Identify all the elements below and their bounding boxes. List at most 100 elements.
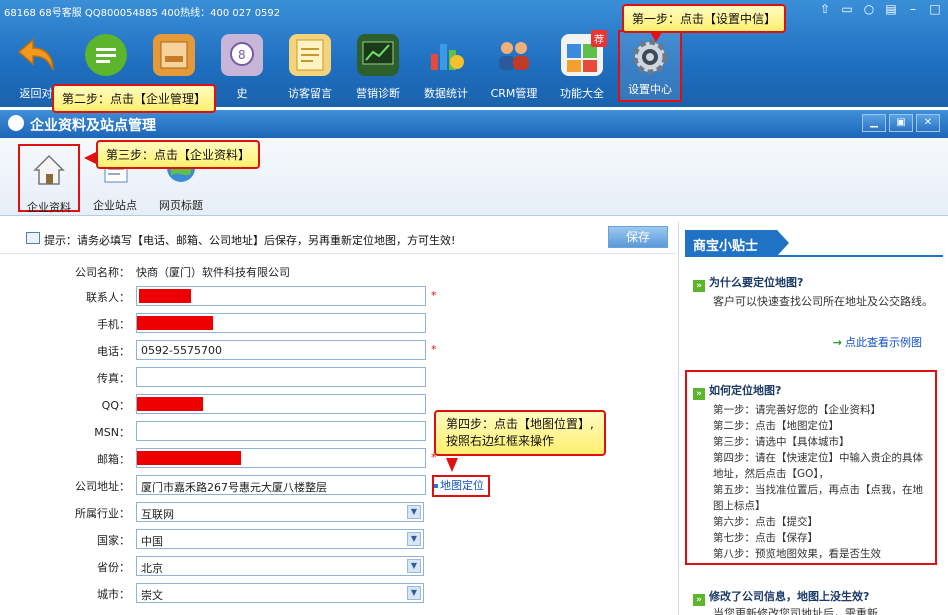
- back-arrow-icon: [15, 34, 57, 76]
- map-locate-link[interactable]: 地图定位: [432, 475, 490, 497]
- tip-question-1: » 为什么要定位地图?: [693, 274, 803, 292]
- toolbar-visitor-message-button[interactable]: 访客留言: [278, 34, 342, 102]
- tips-header: 商宝小贴士: [685, 230, 789, 256]
- toolbar-statistics-button[interactable]: 数据统计: [414, 34, 478, 102]
- callout-tail: [650, 32, 662, 42]
- save-button[interactable]: 保存: [608, 226, 668, 248]
- history-icon: 8: [221, 34, 263, 76]
- toolbar-crm-button[interactable]: CRM管理: [482, 34, 546, 102]
- list-item: 第七步：点击【保存】: [713, 532, 818, 544]
- people-icon: [493, 34, 535, 76]
- country-select[interactable]: 中国 ▼: [136, 529, 424, 549]
- toolbar-history-button[interactable]: 8 史: [210, 34, 274, 102]
- redaction-mark: [139, 289, 191, 303]
- mobile-row: 手机：: [0, 312, 676, 334]
- close-icon[interactable]: □: [928, 2, 942, 16]
- window-title-bar: 企业资料及站点管理 ▁ ▣ ✕: [0, 110, 948, 138]
- callout-step-4: 第四步：点击【地图位置】, 按照右边红框来操作: [434, 410, 606, 456]
- tip-question-2: » 如何定位地图?: [693, 382, 781, 400]
- fax-row: 传真：: [0, 366, 676, 388]
- chevron-down-icon[interactable]: ▼: [407, 586, 421, 600]
- company-name-value: 快商（厦门）软件科技有限公司: [136, 266, 290, 279]
- tips-divider: [685, 255, 943, 257]
- chat-bubble-icon: [85, 34, 127, 76]
- screen-icon[interactable]: ▤: [884, 2, 898, 16]
- chevron-down-icon[interactable]: ▼: [407, 559, 421, 573]
- province-select[interactable]: 北京 ▼: [136, 556, 424, 576]
- minimize-button[interactable]: ▁: [862, 114, 886, 132]
- close-button[interactable]: ✕: [916, 114, 940, 132]
- double-chevron-icon: »: [693, 388, 705, 400]
- list-item: 第五步：当找准位置后，再点击【点我，在地图上标点】: [713, 484, 923, 512]
- list-item: 第一步：请完善好您的【企业资料】: [713, 404, 881, 416]
- view-example-link[interactable]: → 点此查看示例图: [833, 334, 922, 350]
- hint-text: 提示：请务必填写【电话、邮箱、公司地址】后保存，另再重新定位地图，方可生效!: [44, 234, 456, 247]
- email-input[interactable]: [136, 448, 426, 468]
- contact-input[interactable]: [136, 286, 426, 306]
- city-select[interactable]: 崇文 ▼: [136, 583, 424, 603]
- phone-row: 电话： 0592-5575700 *: [0, 339, 676, 361]
- book-icon: [153, 34, 195, 76]
- company-name-row: 公司名称： 快商（厦门）软件科技有限公司: [75, 266, 290, 279]
- tip-question-3: » 修改了公司信息，地图上没生效?: [693, 588, 869, 606]
- tab-company-profile[interactable]: 企业资料: [18, 144, 80, 214]
- recommend-badge: 荐: [591, 30, 607, 47]
- window-title: 企业资料及站点管理: [30, 118, 156, 134]
- minimize-icon[interactable]: –: [906, 2, 920, 16]
- arrow-right-icon: →: [832, 336, 842, 349]
- home-icon: [29, 150, 69, 190]
- callout-step-2: 第二步：点击【企业管理】: [52, 84, 217, 113]
- callout-step-3: 第三步：点击【企业资料】: [96, 140, 261, 169]
- gear-icon: [629, 36, 671, 78]
- book-icon: [26, 232, 40, 244]
- window-icon[interactable]: ▭: [840, 2, 854, 16]
- callout-tail: [84, 152, 96, 164]
- qq-input[interactable]: [136, 394, 426, 414]
- title-line: 68168 68号客服 QQ800054885 400热线：400 027 05…: [0, 0, 948, 20]
- notepad-icon: [289, 34, 331, 76]
- tips-panel: 商宝小贴士 » 为什么要定位地图? 客户可以快速查找公司所在地址及公交路线。 → 点…: [678, 222, 948, 615]
- address-input[interactable]: 厦门市嘉禾路267号惠元大厦八楼整层: [136, 475, 426, 495]
- double-chevron-icon: »: [693, 280, 705, 292]
- address-row: 公司地址： 厦门市嘉禾路267号惠元大厦八楼整层: [0, 474, 676, 496]
- phone-input[interactable]: 0592-5575700: [136, 340, 426, 360]
- chat-icon[interactable]: ○: [862, 2, 876, 16]
- maximize-button[interactable]: ▣: [889, 114, 913, 132]
- list-item: 第四步：请在【快速定位】中输入贵企的具体地址，然后点击【GO】，: [713, 452, 923, 480]
- mobile-input[interactable]: [136, 313, 426, 333]
- country-row: 国家： 中国 ▼: [0, 528, 676, 550]
- redaction-mark: [137, 316, 213, 330]
- callout-step-1: 第一步：点击【设置中信】: [622, 4, 787, 33]
- industry-select[interactable]: 互联网 ▼: [136, 502, 424, 522]
- fax-input[interactable]: [136, 367, 426, 387]
- bar-chart-icon: [425, 34, 467, 76]
- svg-text:8: 8: [238, 48, 246, 62]
- hint-row: 提示：请务必填写【电话、邮箱、公司地址】后保存，另再重新定位地图，方可生效!: [0, 222, 676, 254]
- app-logo-icon: [8, 115, 24, 131]
- toolbar-features-button[interactable]: 荐 功能大全: [550, 30, 614, 102]
- tip-steps-list: 第一步：请完善好您的【企业资料】 第二步：点击【地图定位】 第三步：请选中【具体…: [713, 402, 923, 562]
- province-row: 省份： 北京 ▼: [0, 555, 676, 577]
- window-controls: ⇧ ▭ ○ ▤ – □: [818, 2, 942, 16]
- monitor-chart-icon: [357, 34, 399, 76]
- city-row: 城市： 崇文 ▼: [0, 582, 676, 604]
- list-item: 第二步：点击【地图定位】: [713, 420, 839, 432]
- double-chevron-icon: »: [693, 594, 705, 606]
- chevron-down-icon[interactable]: ▼: [407, 505, 421, 519]
- window-buttons: ▁ ▣ ✕: [862, 114, 940, 132]
- msn-input[interactable]: [136, 421, 426, 441]
- contact-row: 联系人： *: [0, 285, 676, 307]
- tip-answer-3: 当您更新修改您司地址后，需重新: [713, 607, 878, 615]
- callout-tail: [446, 458, 458, 472]
- redaction-mark: [137, 397, 203, 411]
- tip-answer-1: 客户可以快速查找公司所在地址及公交路线。: [713, 295, 933, 308]
- link-bullet-icon: [434, 484, 438, 488]
- redaction-mark: [137, 451, 241, 465]
- list-item: 第三步：请选中【具体城市】: [713, 436, 850, 448]
- chevron-down-icon[interactable]: ▼: [407, 532, 421, 546]
- list-item: 第六步：点击【提交】: [713, 516, 818, 528]
- toolbar-diagnosis-button[interactable]: 营销诊断: [346, 34, 410, 102]
- list-item: 第八步：预览地图效果，看是否生效: [713, 548, 881, 560]
- service-info: 68168 68号客服 QQ800054885 400热线：400 027 05…: [4, 8, 281, 19]
- skin-icon[interactable]: ⇧: [818, 2, 832, 16]
